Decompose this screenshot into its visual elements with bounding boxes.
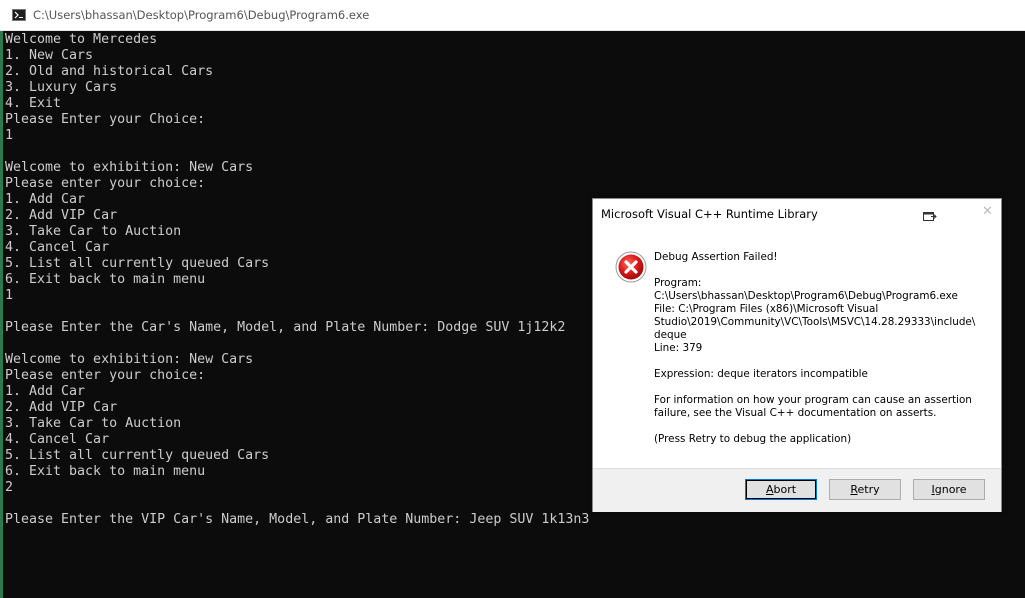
console-app-icon xyxy=(12,9,26,21)
line-number: Line: 379 xyxy=(654,342,703,354)
console-line: 1. New Cars xyxy=(5,48,94,63)
error-icon xyxy=(615,251,647,283)
console-line: Please enter your choice: xyxy=(5,176,206,191)
console-line: 1 xyxy=(5,128,14,143)
dialog-message: Debug Assertion Failed! Program: C:\User… xyxy=(654,251,989,446)
window-title: C:\Users\bhassan\Desktop\Program6\Debug\… xyxy=(33,8,370,22)
retry-button[interactable]: Retry xyxy=(829,479,901,500)
dialog-button-bar: Abort Retry Ignore xyxy=(593,468,1001,512)
window-titlebar[interactable]: C:\Users\bhassan\Desktop\Program6\Debug\… xyxy=(0,0,1025,31)
info-line2: failure, see the Visual C++ documentatio… xyxy=(654,407,937,419)
retry-mnemonic: R xyxy=(850,483,858,496)
dialog-title: Microsoft Visual C++ Runtime Library xyxy=(601,207,818,221)
abort-button[interactable]: Abort xyxy=(745,479,817,500)
program-label: Program: xyxy=(654,277,702,289)
console-line: 2. Old and historical Cars xyxy=(5,64,214,79)
info-line1: For information on how your program can … xyxy=(654,394,972,406)
close-icon[interactable]: ✕ xyxy=(982,205,994,218)
console-line: 4. Exit xyxy=(5,96,62,111)
expression-text: Expression: deque iterators incompatible xyxy=(654,368,868,380)
program-path: C:\Users\bhassan\Desktop\Program6\Debug\… xyxy=(654,290,958,302)
file-path-line3: deque xyxy=(654,329,687,341)
file-path-line1: File: C:\Program Files (x86)\Microsoft V… xyxy=(654,303,879,315)
console-line: 3. Luxury Cars xyxy=(5,80,118,95)
retry-hint: (Press Retry to debug the application) xyxy=(654,433,852,445)
console-line: Welcome to exhibition: New Cars xyxy=(5,160,254,175)
window-left-border xyxy=(0,31,3,598)
restore-icon[interactable] xyxy=(923,207,937,221)
console-line: Please Enter the VIP Car's Name, Model, … xyxy=(5,512,590,527)
abort-label: bort xyxy=(773,483,797,496)
dialog-heading: Debug Assertion Failed! xyxy=(654,251,778,263)
file-path-line2: Studio\2019\Community\VC\Tools\MSVC\14.2… xyxy=(654,316,976,328)
console-line: Welcome to Mercedes xyxy=(5,32,158,47)
retry-label: etry xyxy=(857,483,880,496)
assertion-dialog: Microsoft Visual C++ Runtime Library ✕ D… xyxy=(592,198,1002,512)
ignore-button[interactable]: Ignore xyxy=(913,479,985,500)
ignore-label: gnore xyxy=(934,483,967,496)
console-line: Please Enter your Choice: xyxy=(5,112,206,127)
